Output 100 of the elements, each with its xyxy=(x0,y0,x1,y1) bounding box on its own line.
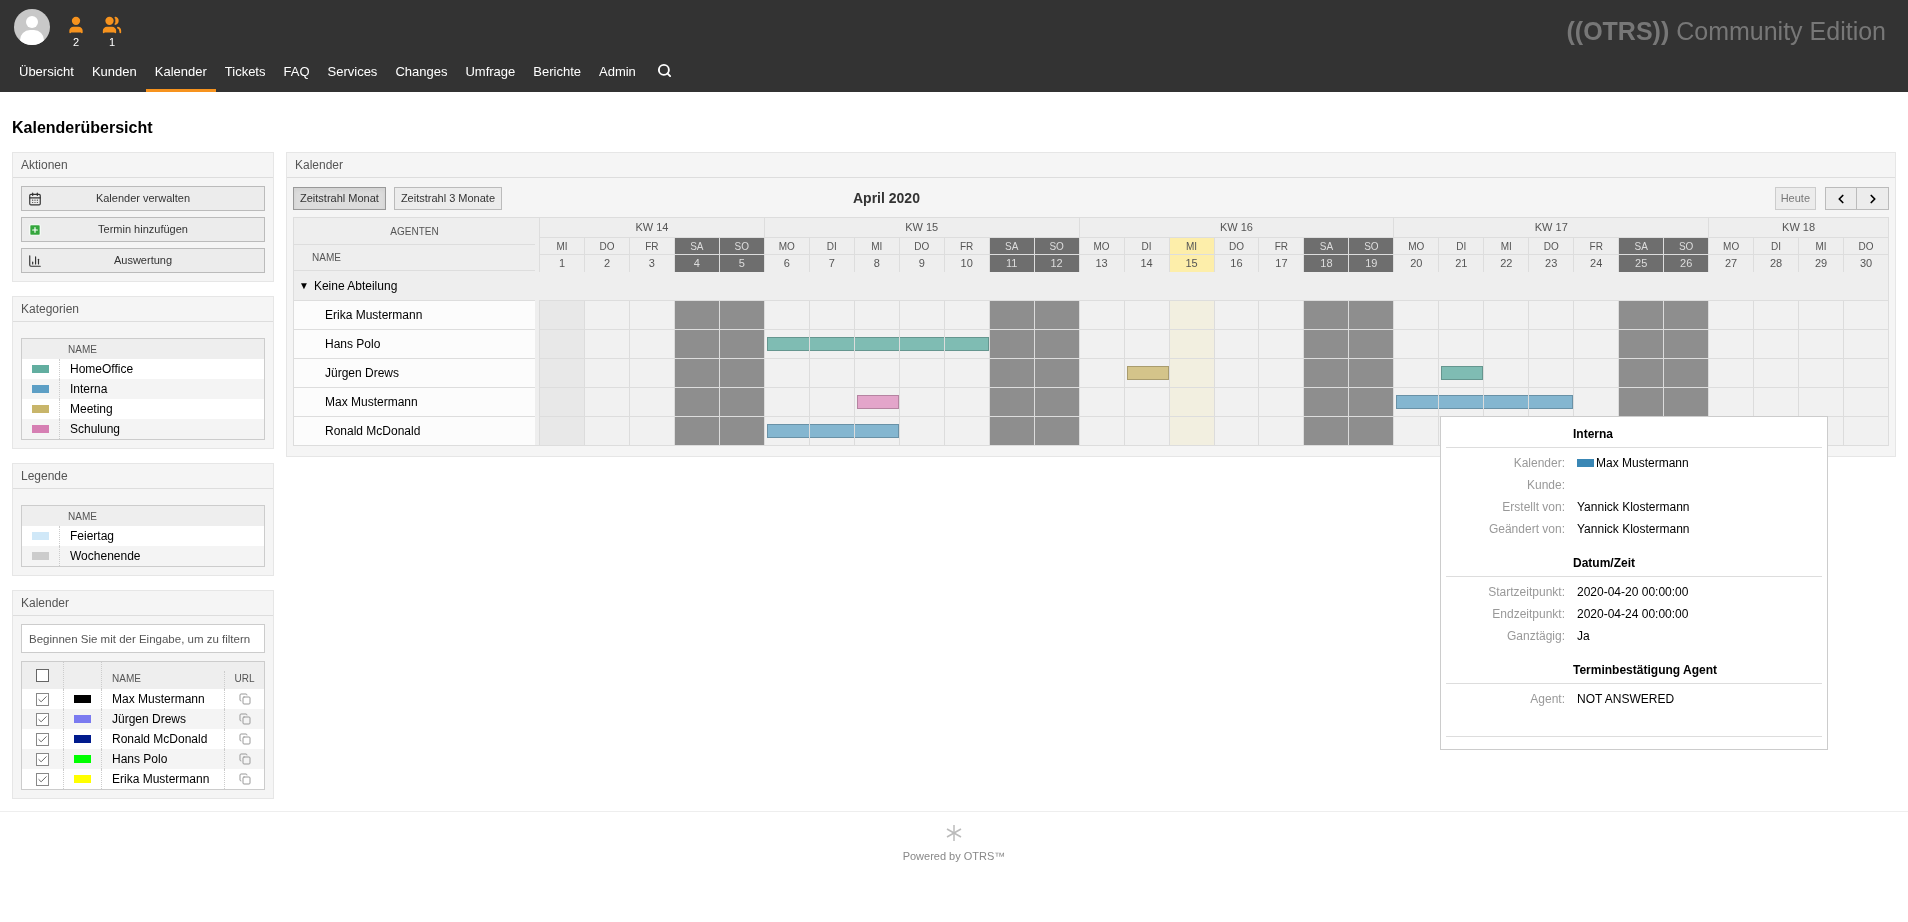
day-cell[interactable] xyxy=(943,417,989,445)
day-cell[interactable] xyxy=(628,301,674,329)
group-row[interactable]: ▼ Keine Abteilung xyxy=(294,270,535,300)
next-button[interactable] xyxy=(1857,187,1889,210)
day-cell[interactable] xyxy=(898,388,944,416)
day-cell[interactable] xyxy=(628,330,674,358)
checkbox[interactable] xyxy=(36,692,49,706)
day-cell[interactable] xyxy=(1348,330,1394,358)
day-cell[interactable] xyxy=(1708,330,1754,358)
appointment-bar[interactable] xyxy=(1529,395,1574,409)
appointment-bar[interactable] xyxy=(766,424,810,438)
day-cell[interactable] xyxy=(628,359,674,387)
day-cell[interactable] xyxy=(1258,388,1304,416)
day-cell[interactable] xyxy=(1618,301,1664,329)
day-cell[interactable] xyxy=(1033,359,1079,387)
day-cell[interactable] xyxy=(853,330,899,358)
day-cell[interactable] xyxy=(1573,359,1619,387)
day-cell[interactable] xyxy=(1078,301,1124,329)
day-cell[interactable] xyxy=(1303,301,1349,329)
day-cell[interactable] xyxy=(1438,359,1484,387)
day-cell[interactable] xyxy=(1258,301,1304,329)
day-cell[interactable] xyxy=(1258,359,1304,387)
appointment-bar[interactable] xyxy=(1484,395,1530,409)
day-cell[interactable] xyxy=(1753,388,1799,416)
day-cell[interactable] xyxy=(718,330,764,358)
day-cell[interactable] xyxy=(898,330,944,358)
nav-tab[interactable]: Kunden xyxy=(82,57,146,92)
appointment-bar[interactable] xyxy=(1439,395,1485,409)
day-cell[interactable] xyxy=(1708,301,1754,329)
day-cell[interactable] xyxy=(1303,359,1349,387)
copy-icon[interactable] xyxy=(238,773,251,785)
day-cell[interactable] xyxy=(853,417,899,445)
day-cell[interactable] xyxy=(1663,301,1709,329)
checkbox[interactable] xyxy=(36,712,49,726)
appointment-bar[interactable] xyxy=(856,395,899,409)
nav-tab[interactable]: Umfrage xyxy=(456,57,525,92)
avatar-icon[interactable] xyxy=(14,9,50,45)
day-cell[interactable] xyxy=(1843,330,1888,358)
copy-icon[interactable] xyxy=(238,693,251,705)
nav-tab[interactable]: Berichte xyxy=(524,57,590,92)
day-cell[interactable] xyxy=(1348,388,1394,416)
day-cell[interactable] xyxy=(1123,417,1169,445)
day-cell[interactable] xyxy=(673,417,719,445)
nav-tab[interactable]: Services xyxy=(318,57,387,92)
day-cell[interactable] xyxy=(628,417,674,445)
search-icon[interactable] xyxy=(656,63,672,78)
day-cell[interactable] xyxy=(1168,417,1214,445)
day-cell[interactable] xyxy=(1123,359,1169,387)
person-icon[interactable] xyxy=(66,15,86,35)
day-cell[interactable] xyxy=(1303,417,1349,445)
checkbox[interactable] xyxy=(36,772,49,786)
day-cell[interactable] xyxy=(988,417,1034,445)
nav-tab[interactable]: Übersicht xyxy=(10,57,83,92)
day-cell[interactable] xyxy=(1843,359,1888,387)
nav-tab[interactable]: Tickets xyxy=(215,57,275,92)
day-cell[interactable] xyxy=(1663,359,1709,387)
checkbox[interactable] xyxy=(36,752,49,766)
day-cell[interactable] xyxy=(943,359,989,387)
day-cell[interactable] xyxy=(1303,330,1349,358)
view-button[interactable]: Zeitstrahl Monat xyxy=(293,187,386,210)
day-cell[interactable] xyxy=(1033,388,1079,416)
day-cell[interactable] xyxy=(1393,388,1439,416)
appointment-bar[interactable] xyxy=(1126,366,1169,380)
appointment-bar[interactable] xyxy=(854,424,899,438)
day-cell[interactable] xyxy=(1483,388,1529,416)
day-cell[interactable] xyxy=(1348,301,1394,329)
day-cell[interactable] xyxy=(1033,330,1079,358)
day-cell[interactable] xyxy=(673,359,719,387)
day-cell[interactable] xyxy=(1573,330,1619,358)
day-cell[interactable] xyxy=(1033,417,1079,445)
day-cell[interactable] xyxy=(763,359,809,387)
collapse-toggle[interactable]: ▼ xyxy=(299,278,309,293)
appointment-bar[interactable] xyxy=(944,337,989,351)
day-cell[interactable] xyxy=(539,417,584,445)
people-icon[interactable] xyxy=(102,15,122,35)
day-cell[interactable] xyxy=(1168,359,1214,387)
day-cell[interactable] xyxy=(763,388,809,416)
day-cell[interactable] xyxy=(898,417,944,445)
day-cell[interactable] xyxy=(988,330,1034,358)
day-cell[interactable] xyxy=(1798,388,1844,416)
appointment-bar[interactable] xyxy=(809,337,855,351)
day-cell[interactable] xyxy=(1483,359,1529,387)
day-cell[interactable] xyxy=(1843,417,1888,445)
day-cell[interactable] xyxy=(943,388,989,416)
day-cell[interactable] xyxy=(1258,330,1304,358)
checkbox[interactable] xyxy=(36,732,49,746)
day-cell[interactable] xyxy=(1303,388,1349,416)
day-cell[interactable] xyxy=(718,301,764,329)
day-cell[interactable] xyxy=(1078,359,1124,387)
day-cell[interactable] xyxy=(1573,388,1619,416)
filter-input[interactable]: Beginnen Sie mit der Eingabe, um zu filtern xyxy=(21,624,265,653)
day-cell[interactable] xyxy=(1348,417,1394,445)
day-cell[interactable] xyxy=(1573,301,1619,329)
action-button[interactable]: Termin hinzufügen xyxy=(21,217,265,242)
checkbox[interactable] xyxy=(36,669,49,682)
day-cell[interactable] xyxy=(1348,359,1394,387)
appointment-bar[interactable] xyxy=(766,337,810,351)
day-cell[interactable] xyxy=(673,330,719,358)
day-cell[interactable] xyxy=(853,388,899,416)
appointment-bar[interactable] xyxy=(899,337,945,351)
